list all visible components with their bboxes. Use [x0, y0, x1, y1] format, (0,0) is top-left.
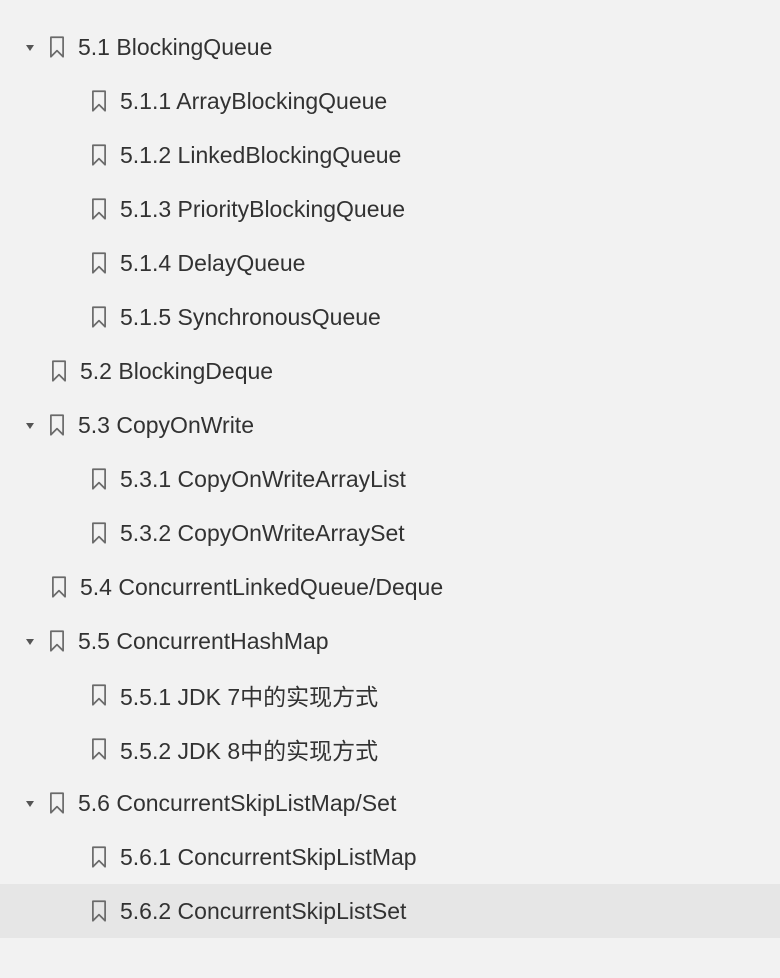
bookmark-icon — [88, 900, 110, 922]
outline-item-label: 5.1.5 SynchronousQueue — [120, 304, 381, 331]
expand-toggle-icon[interactable] — [20, 793, 40, 813]
outline-item[interactable]: 5.1.5 SynchronousQueue — [0, 290, 780, 344]
outline-item-label: 5.3.2 CopyOnWriteArraySet — [120, 520, 405, 547]
bookmark-icon — [88, 144, 110, 166]
expand-toggle-icon[interactable] — [20, 415, 40, 435]
outline-item[interactable]: 5.6.1 ConcurrentSkipListMap — [0, 830, 780, 884]
expand-toggle-icon[interactable] — [20, 37, 40, 57]
outline-item-label: 5.5.2 JDK 8中的实现方式 — [120, 732, 378, 766]
bookmark-icon — [88, 90, 110, 112]
outline-item[interactable]: 5.2 BlockingDeque — [0, 344, 780, 398]
outline-item-label: 5.3 CopyOnWrite — [78, 412, 254, 439]
outline-item-label: 5.3.1 CopyOnWriteArrayList — [120, 466, 406, 493]
bookmark-icon — [88, 846, 110, 868]
outline-item[interactable]: 5.1.1 ArrayBlockingQueue — [0, 74, 780, 128]
outline-item-label: 5.6.2 ConcurrentSkipListSet — [120, 898, 406, 925]
outline-item-label: 5.5.1 JDK 7中的实现方式 — [120, 678, 378, 712]
bookmark-icon — [46, 36, 68, 58]
outline-item-label: 5.6.1 ConcurrentSkipListMap — [120, 844, 417, 871]
bookmark-icon — [46, 792, 68, 814]
outline-item[interactable]: 5.6 ConcurrentSkipListMap/Set — [0, 776, 780, 830]
outline-item-label: 5.1 BlockingQueue — [78, 34, 272, 61]
bookmark-icon — [88, 522, 110, 544]
outline-item[interactable]: 5.4 ConcurrentLinkedQueue/Deque — [0, 560, 780, 614]
bookmark-icon — [88, 468, 110, 490]
outline-item-label: 5.1.3 PriorityBlockingQueue — [120, 196, 405, 223]
bookmark-icon — [46, 414, 68, 436]
outline-item[interactable]: 5.5.1 JDK 7中的实现方式 — [0, 668, 780, 722]
bookmark-icon — [46, 630, 68, 652]
bookmark-icon — [88, 684, 110, 706]
expand-toggle-icon[interactable] — [20, 631, 40, 651]
bookmark-icon — [88, 198, 110, 220]
outline-item[interactable]: 5.1 BlockingQueue — [0, 20, 780, 74]
outline-item[interactable]: 5.5.2 JDK 8中的实现方式 — [0, 722, 780, 776]
bookmark-icon — [48, 360, 70, 382]
bookmark-icon — [88, 306, 110, 328]
outline-item-label: 5.5 ConcurrentHashMap — [78, 628, 329, 655]
bookmark-icon — [48, 576, 70, 598]
outline-item[interactable]: 5.5 ConcurrentHashMap — [0, 614, 780, 668]
outline-item[interactable]: 5.3.1 CopyOnWriteArrayList — [0, 452, 780, 506]
outline-item[interactable]: 5.3 CopyOnWrite — [0, 398, 780, 452]
outline-item-label: 5.6 ConcurrentSkipListMap/Set — [78, 790, 396, 817]
outline-item[interactable]: 5.3.2 CopyOnWriteArraySet — [0, 506, 780, 560]
outline-item-label: 5.1.1 ArrayBlockingQueue — [120, 88, 387, 115]
outline-item[interactable]: 5.1.2 LinkedBlockingQueue — [0, 128, 780, 182]
outline-item-label: 5.4 ConcurrentLinkedQueue/Deque — [80, 574, 443, 601]
outline-item[interactable]: 5.1.3 PriorityBlockingQueue — [0, 182, 780, 236]
outline-tree: 5.1 BlockingQueue 5.1.1 ArrayBlockingQueu… — [0, 20, 780, 938]
outline-item-label: 5.1.4 DelayQueue — [120, 250, 305, 277]
bookmark-icon — [88, 252, 110, 274]
outline-item[interactable]: 5.6.2 ConcurrentSkipListSet — [0, 884, 780, 938]
outline-item[interactable]: 5.1.4 DelayQueue — [0, 236, 780, 290]
outline-item-label: 5.1.2 LinkedBlockingQueue — [120, 142, 401, 169]
outline-item-label: 5.2 BlockingDeque — [80, 358, 273, 385]
bookmark-icon — [88, 738, 110, 760]
